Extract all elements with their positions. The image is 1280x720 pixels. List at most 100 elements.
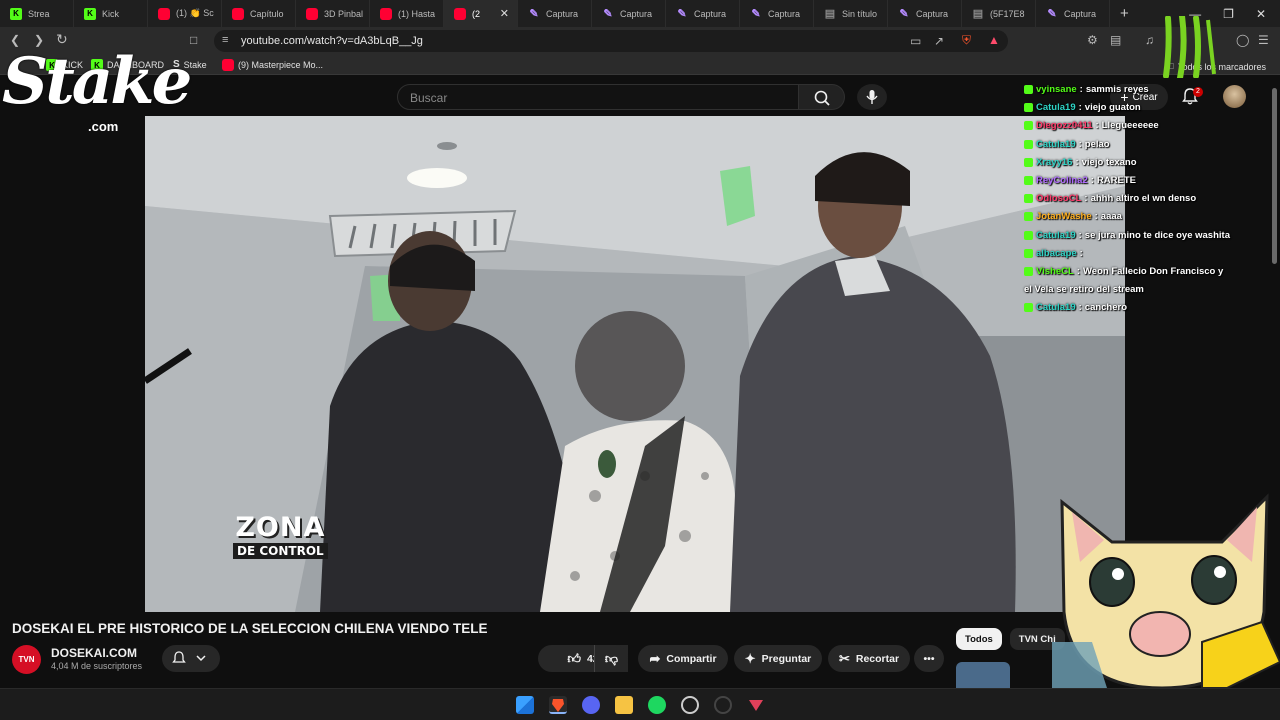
chat-separator: : xyxy=(1084,193,1088,205)
extensions-icon[interactable]: ⚙ xyxy=(1087,33,1098,47)
close-tab-icon[interactable]: ✕ xyxy=(500,7,509,20)
browser-tab[interactable]: ✎ Captura xyxy=(592,0,666,27)
video-player[interactable]: ZONA DE CONTROL xyxy=(145,116,1125,612)
windows-start-icon[interactable] xyxy=(516,696,534,714)
browser-tab[interactable]: ▤ (5F17E8 xyxy=(962,0,1036,27)
pen-icon: ✎ xyxy=(603,8,613,20)
chat-username: Catula19 xyxy=(1036,229,1076,241)
chat-separator: : xyxy=(1095,120,1099,132)
bookmark-page-icon[interactable]: □ xyxy=(190,33,197,47)
discord-icon[interactable] xyxy=(582,696,600,714)
search-button[interactable] xyxy=(799,84,845,110)
share-button[interactable]: ➦ Compartir xyxy=(638,645,728,672)
brave-shields-icon[interactable]: ⛨ xyxy=(962,33,971,48)
subscriber-count: 4,04 M de suscriptores xyxy=(51,661,143,671)
chat-message: JotanWashe: aaaa xyxy=(1024,211,1256,229)
browser-tab[interactable]: K Kick xyxy=(74,0,148,27)
kick-icon: K xyxy=(10,7,22,20)
file-explorer-icon[interactable] xyxy=(615,696,633,714)
obs-icon[interactable] xyxy=(681,696,699,714)
voice-search-button[interactable] xyxy=(857,84,887,110)
ask-button[interactable]: ✦ Preguntar xyxy=(734,645,822,672)
chat-text: sammis reyes xyxy=(1085,84,1149,95)
music-icon[interactable]: ♫ xyxy=(1145,33,1154,47)
kick-badge-icon xyxy=(1024,139,1033,149)
chat-username: vyinsane xyxy=(1036,84,1077,95)
browser-tab[interactable]: 3D Pinbal xyxy=(296,0,370,27)
tab-label: Captura xyxy=(546,8,579,19)
channel-avatar[interactable]: TVN xyxy=(12,645,41,674)
site-settings-icon[interactable]: ≡ xyxy=(222,34,228,46)
cast-icon[interactable]: ▭ xyxy=(910,34,921,48)
chat-username: Xrayy16 xyxy=(1036,156,1073,168)
url-text[interactable]: youtube.com/watch?v=dA3bLqB__Jg xyxy=(241,35,423,47)
spotify-icon[interactable] xyxy=(648,696,666,714)
chat-message: albacape: xyxy=(1024,248,1256,266)
related-filter-chips: Todos TVN Chi xyxy=(956,628,1065,650)
share-page-icon[interactable]: ↗ xyxy=(934,34,944,48)
tab-label: Captura xyxy=(768,8,801,19)
channel-name[interactable]: DOSEKAI.COM xyxy=(51,646,137,660)
share-icon: ➦ xyxy=(649,650,661,666)
pen-icon: ✎ xyxy=(751,8,761,20)
zona-de-control-logo: ZONA DE CONTROL xyxy=(233,514,328,559)
new-tab-button[interactable]: + xyxy=(1120,5,1129,22)
menu-icon[interactable]: ☰ xyxy=(1258,33,1269,47)
search-placeholder: Buscar xyxy=(410,91,448,105)
brave-browser-icon[interactable] xyxy=(549,696,567,714)
browser-tab[interactable]: Capítulo xyxy=(222,0,296,27)
browser-tab[interactable]: K Strea xyxy=(0,0,74,27)
browser-tab[interactable]: ✎ Captura xyxy=(740,0,814,27)
browser-tab[interactable]: ▤ Sin título xyxy=(814,0,888,27)
cat-avatar-overlay xyxy=(1052,493,1280,688)
browser-tab[interactable]: ✎ Captura xyxy=(1036,0,1110,27)
share-label: Compartir xyxy=(666,652,717,665)
search-input[interactable]: Buscar xyxy=(397,84,799,110)
scissors-icon: ✂ xyxy=(838,650,850,666)
chat-message: Catula19: pelao xyxy=(1024,139,1256,157)
page-scrollbar[interactable] xyxy=(1272,88,1277,264)
kick-badge-icon xyxy=(1024,121,1033,131)
ask-label: Preguntar xyxy=(761,652,812,665)
browser-tab[interactable]: (1) Hasta xyxy=(370,0,444,27)
overlay-title-line2: DE CONTROL xyxy=(233,543,328,559)
channel-logo-text: TVN xyxy=(18,655,35,664)
sidebar-icon[interactable]: ▤ xyxy=(1110,33,1121,47)
chat-text: el Vela se retiro del stream xyxy=(1024,284,1144,296)
dislike-button[interactable]: 👎︎ xyxy=(594,645,628,672)
chat-message: VisheCL: Weon Fallecio Don Francisco y xyxy=(1024,266,1256,284)
bookmark-masterpiece[interactable]: (9) Masterpiece Mo... xyxy=(222,59,323,71)
close-icon[interactable]: ✕ xyxy=(1256,7,1266,21)
chat-username: albacape xyxy=(1036,247,1077,259)
tab-active[interactable]: (2 ✕ xyxy=(444,0,518,27)
chat-separator: : xyxy=(1078,229,1082,241)
subscription-bell-button[interactable] xyxy=(162,645,220,672)
related-video-thumbnail[interactable] xyxy=(956,662,1010,688)
clip-button[interactable]: ✂ Recortar xyxy=(828,645,910,672)
address-bar[interactable]: ≡ youtube.com/watch?v=dA3bLqB__Jg ▭ ↗ ⛨ … xyxy=(214,30,1008,52)
browser-toolbar: ❮ ❯ ↻ □ ≡ youtube.com/watch?v=dA3bLqB__J… xyxy=(0,27,1280,55)
tab-label: Sin título xyxy=(842,8,878,19)
chat-message: OdiosoCL: ahhh altiro el wn denso xyxy=(1024,193,1256,211)
tab-label: Captura xyxy=(916,8,949,19)
tab-label: (2 xyxy=(472,8,481,19)
chat-text: Llegueeeeee xyxy=(1101,120,1159,132)
brave-rewards-taskbar-icon[interactable] xyxy=(747,696,765,714)
chip-all[interactable]: Todos xyxy=(956,628,1002,650)
restore-icon[interactable]: ❐ xyxy=(1223,7,1234,21)
chat-separator: : xyxy=(1078,102,1082,114)
chat-username: Catula19 xyxy=(1036,138,1076,150)
tab-label: Captura xyxy=(694,8,727,19)
browser-tab[interactable]: ✎ Captura xyxy=(888,0,962,27)
chat-separator: : xyxy=(1078,302,1082,314)
vpn-icon[interactable]: ◯ xyxy=(1236,33,1249,47)
browser-tab[interactable]: ✎ Captura xyxy=(518,0,592,27)
browser-tab[interactable]: ✎ Captura xyxy=(666,0,740,27)
brave-rewards-icon[interactable]: ▲ xyxy=(988,33,1000,47)
kick-badge-icon xyxy=(1024,85,1033,94)
more-actions-button[interactable]: ••• xyxy=(914,645,944,672)
kick-badge-icon xyxy=(1024,266,1033,276)
browser-tab[interactable]: (1) 👏 Sc xyxy=(148,0,222,27)
app-icon[interactable] xyxy=(714,696,732,714)
kick-badge-icon xyxy=(1024,175,1033,185)
